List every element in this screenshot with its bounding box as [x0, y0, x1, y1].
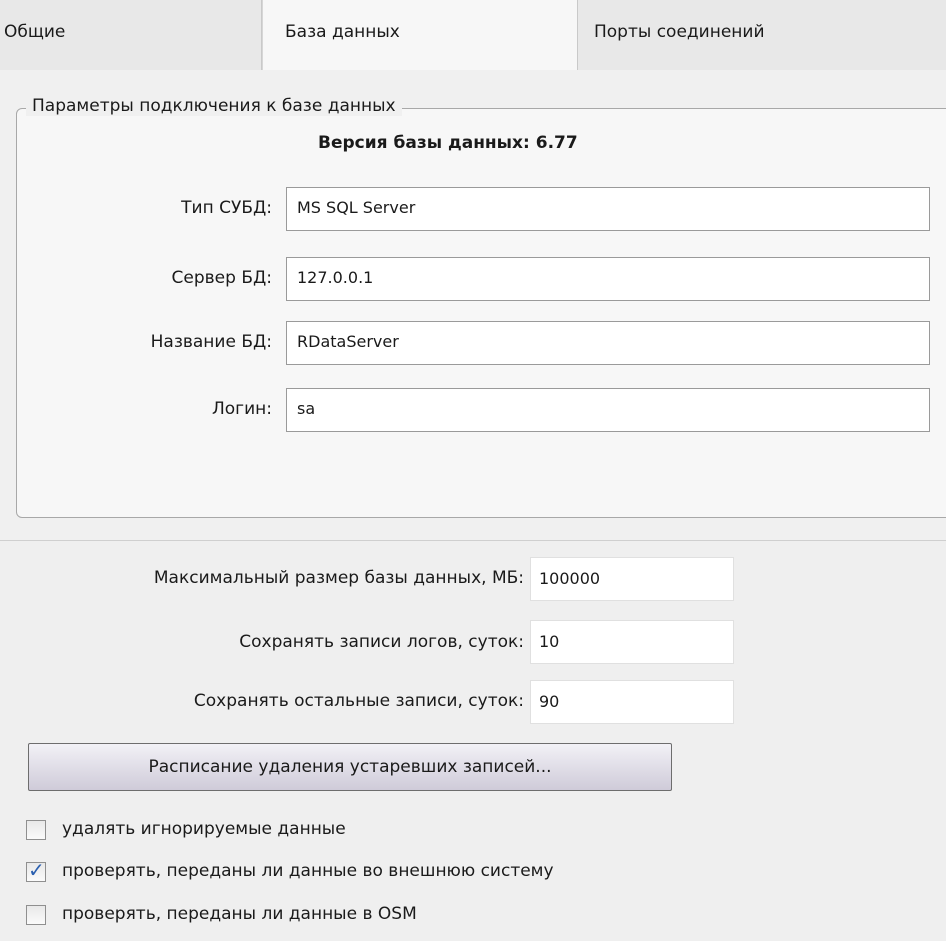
tab-general[interactable]: Общие — [0, 0, 262, 70]
db-version: Версия базы данных: 6.77 — [318, 133, 578, 153]
db-name-field[interactable]: RDataServer — [286, 321, 930, 365]
login-label: Логин: — [211, 399, 272, 419]
tab-database[interactable]: База данных — [262, 0, 578, 70]
connection-group — [16, 108, 946, 518]
login-field[interactable]: sa — [286, 388, 930, 432]
db-server-label: Сервер БД: — [171, 268, 272, 288]
tab-label: Порты соединений — [594, 22, 765, 42]
max-db-size-label: Максимальный размер базы данных, МБ: — [153, 568, 524, 588]
other-retention-label: Сохранять остальные записи, суток: — [193, 691, 524, 711]
connection-group-title: Параметры подключения к базе данных — [26, 96, 402, 116]
delete-ignored-label: удалять игнорируемые данные — [62, 819, 346, 839]
tab-ports[interactable]: Порты соединений — [578, 0, 946, 70]
log-retention-label: Сохранять записи логов, суток: — [239, 632, 524, 652]
dbms-type-label: Тип СУБД: — [181, 198, 272, 218]
check-osm-label: проверять, переданы ли данные в OSM — [62, 904, 417, 924]
tab-label: Общие — [4, 22, 66, 42]
dbms-type-field[interactable]: MS SQL Server — [286, 187, 930, 231]
db-name-label: Название БД: — [150, 332, 272, 352]
other-retention-field[interactable]: 90 — [530, 680, 734, 724]
check-external-label: проверять, переданы ли данные во внешнюю… — [62, 861, 554, 881]
delete-ignored-checkbox[interactable] — [26, 820, 46, 840]
check-osm-checkbox[interactable] — [26, 905, 46, 925]
tab-label: База данных — [285, 22, 400, 42]
cleanup-schedule-button[interactable]: Расписание удаления устаревших записей..… — [28, 743, 672, 791]
log-retention-field[interactable]: 10 — [530, 620, 734, 664]
tab-bar: Общие База данных Порты соединений — [0, 0, 946, 70]
max-db-size-field[interactable]: 100000 — [530, 557, 734, 601]
checkmark-icon: ✓ — [28, 858, 45, 882]
check-external-checkbox[interactable]: ✓ — [26, 858, 46, 882]
db-server-field[interactable]: 127.0.0.1 — [286, 257, 930, 301]
